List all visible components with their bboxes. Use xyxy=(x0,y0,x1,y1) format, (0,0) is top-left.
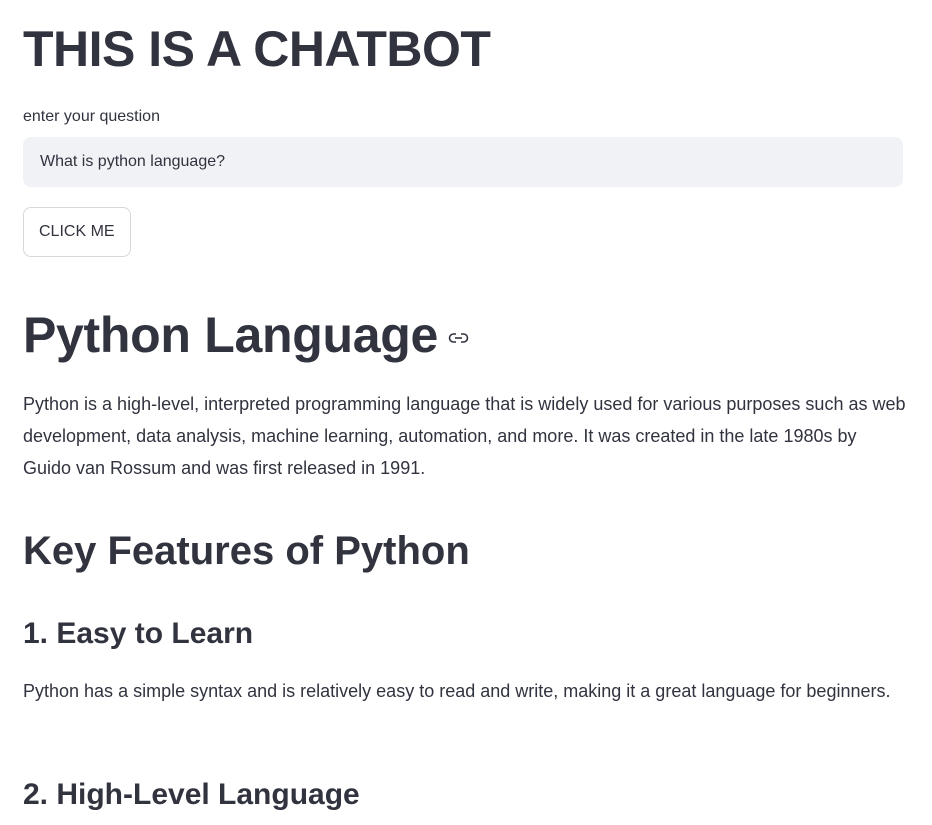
feature-title: 2. High-Level Language xyxy=(23,778,360,811)
question-label: enter your question xyxy=(23,108,160,125)
app-title: THIS IS A CHATBOT xyxy=(23,21,491,77)
response-heading: Python Language xyxy=(23,307,438,363)
response-heading-row: Python Language xyxy=(23,303,470,367)
features-heading: Key Features of Python xyxy=(23,529,470,573)
click-me-button[interactable]: CLICK ME xyxy=(23,207,131,257)
question-input[interactable] xyxy=(23,137,903,187)
feature-title: 1. Easy to Learn xyxy=(23,617,254,650)
feature-text: Python has a simple syntax and is relati… xyxy=(23,681,891,701)
link-icon[interactable] xyxy=(448,331,470,345)
response-intro: Python is a high-level, interpreted prog… xyxy=(23,394,906,478)
